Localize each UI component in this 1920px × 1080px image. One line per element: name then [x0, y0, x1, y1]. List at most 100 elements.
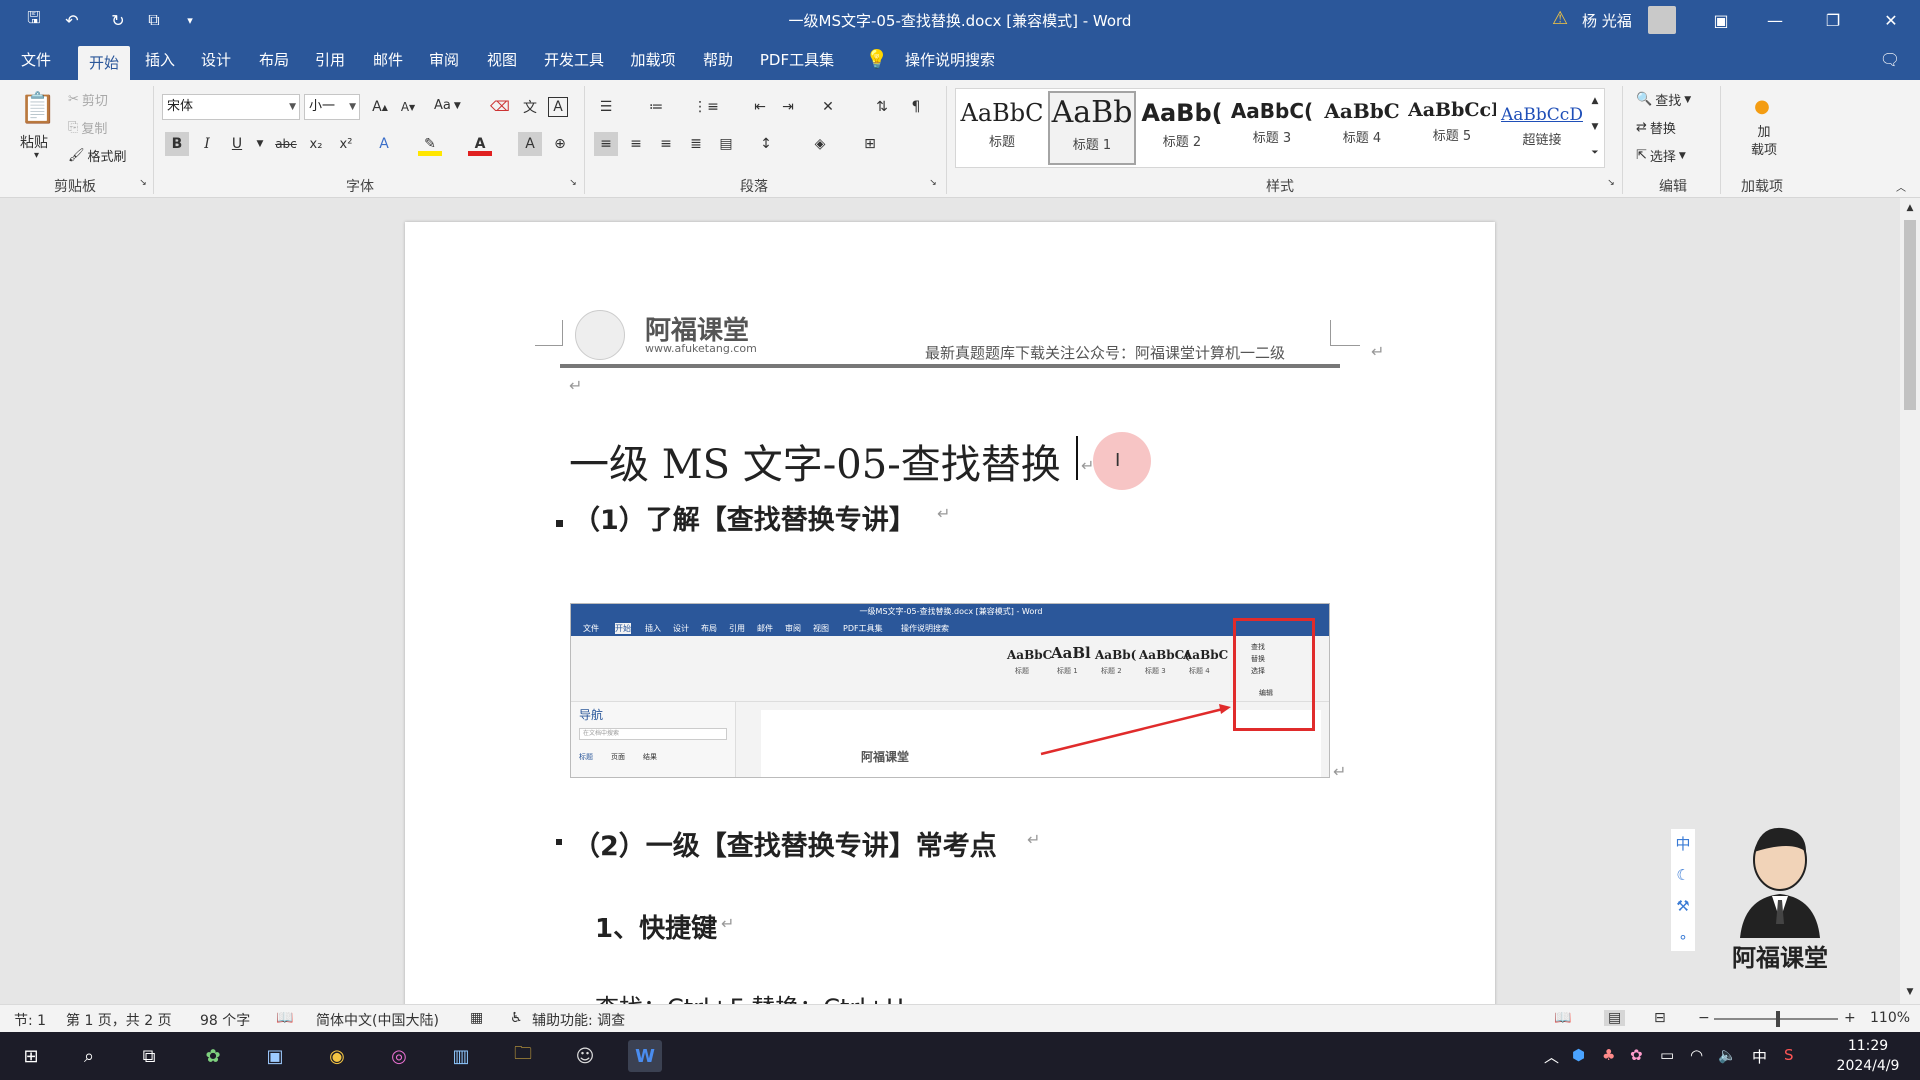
app-color-wheel-icon[interactable]: ◎: [382, 1040, 416, 1072]
find-button[interactable]: 🔍 查找 ▼: [1636, 90, 1691, 109]
warning-icon[interactable]: ⚠: [1552, 8, 1568, 29]
task-view-icon[interactable]: ⧉: [132, 1040, 166, 1072]
italic-icon[interactable]: I: [195, 132, 219, 156]
tray-volume-icon[interactable]: 🔈: [1718, 1046, 1737, 1064]
line-spacing-icon[interactable]: ↕: [754, 132, 778, 156]
highlight-icon[interactable]: ✎: [418, 132, 442, 156]
windows-start-icon[interactable]: ⊞: [14, 1040, 48, 1072]
proofing-icon[interactable]: 📖: [276, 1010, 293, 1026]
section-heading-1[interactable]: （1）了解【查找替换专讲】: [573, 498, 916, 537]
section-heading-2[interactable]: （2）一级【查找替换专讲】常考点: [573, 824, 997, 863]
clipboard-launcher-icon[interactable]: ↘: [136, 176, 150, 190]
increase-indent-icon[interactable]: ⇥: [776, 95, 800, 119]
multilevel-list-icon[interactable]: ⋮≡: [693, 95, 719, 119]
accessibility-icon[interactable]: ♿: [510, 1010, 523, 1026]
zoom-slider-thumb[interactable]: [1776, 1011, 1780, 1027]
style-heading-3[interactable]: AaBbC(标题 3: [1228, 91, 1316, 165]
styles-scroll-up-icon[interactable]: ▲: [1586, 89, 1604, 113]
tab-references[interactable]: 引用: [306, 40, 354, 80]
document-workspace[interactable]: 阿福课堂 www.afuketang.com 最新真题题库下载关注公众号：阿福课…: [0, 198, 1900, 1004]
font-color-icon[interactable]: A: [468, 132, 492, 156]
file-explorer-icon[interactable]: 🗀: [506, 1040, 540, 1072]
web-layout-icon[interactable]: ⊟: [1654, 1010, 1666, 1026]
status-section[interactable]: 节: 1: [14, 1010, 46, 1030]
styles-launcher-icon[interactable]: ↘: [1604, 176, 1618, 190]
styles-more-icon[interactable]: ⏷: [1586, 141, 1604, 165]
copy-button[interactable]: ⎘ 复制: [68, 118, 107, 137]
replace-button[interactable]: ⇄ 替换: [1636, 118, 1676, 137]
app-monitor-icon[interactable]: ▣: [258, 1040, 292, 1072]
paste-dropdown-icon[interactable]: ▾: [34, 150, 39, 161]
select-button[interactable]: ⇱ 选择 ▼: [1636, 146, 1686, 165]
paragraph-launcher-icon[interactable]: ↘: [926, 176, 940, 190]
tab-pdf-tools[interactable]: PDF工具集: [752, 40, 842, 80]
styles-scroll-down-icon[interactable]: ▼: [1586, 115, 1604, 139]
document-page[interactable]: 阿福课堂 www.afuketang.com 最新真题题库下载关注公众号：阿福课…: [405, 222, 1495, 1004]
clear-formatting-icon[interactable]: ⌫: [488, 95, 512, 119]
superscript-icon[interactable]: x²: [334, 132, 358, 156]
tray-ime-indicator[interactable]: 中: [1752, 1046, 1767, 1067]
align-center-icon[interactable]: ≡: [624, 132, 648, 156]
photos-icon[interactable]: ▥: [444, 1040, 478, 1072]
tab-layout[interactable]: 布局: [250, 40, 298, 80]
zoom-slider[interactable]: [1714, 1011, 1838, 1027]
chrome-icon[interactable]: ◉: [320, 1040, 354, 1072]
lightbulb-icon[interactable]: 💡: [862, 40, 892, 80]
bullets-icon[interactable]: ☰: [594, 95, 618, 119]
tray-security-icon[interactable]: ⬢: [1572, 1046, 1585, 1064]
ime-tools-icon[interactable]: ⚒: [1671, 891, 1695, 922]
scroll-up-icon[interactable]: ▲: [1902, 200, 1918, 216]
tray-battery-icon[interactable]: ▭: [1660, 1046, 1674, 1064]
align-left-icon[interactable]: ≡: [594, 132, 618, 156]
word-icon[interactable]: W: [628, 1040, 662, 1072]
paste-button[interactable]: 粘贴: [20, 132, 48, 152]
shrink-font-icon[interactable]: A ▼: [396, 95, 420, 119]
read-mode-icon[interactable]: 📖: [1554, 1010, 1571, 1026]
character-shading-icon[interactable]: A: [518, 132, 542, 156]
style-heading-4[interactable]: AaBbC 标题 4: [1318, 91, 1406, 165]
style-heading-5[interactable]: AaBbCcI 标题 5: [1408, 91, 1496, 165]
paste-icon[interactable]: 📋: [18, 88, 58, 128]
scroll-thumb[interactable]: [1904, 220, 1916, 410]
justify-icon[interactable]: ≣: [684, 132, 708, 156]
grow-font-icon[interactable]: A ▲: [368, 95, 392, 119]
comments-icon[interactable]: 🗨: [1872, 40, 1908, 80]
tray-flower-icon[interactable]: ✿: [1630, 1046, 1643, 1064]
zoom-level[interactable]: 110%: [1870, 1010, 1910, 1026]
style-heading-2[interactable]: AaBb(标题 2: [1138, 91, 1226, 165]
addin-icon[interactable]: ●: [1750, 94, 1774, 118]
font-family-select[interactable]: 宋体 ▼: [162, 94, 300, 120]
tray-app-icon[interactable]: ♣: [1602, 1046, 1615, 1064]
ime-chinese-icon[interactable]: 中: [1671, 829, 1695, 860]
app-person-icon[interactable]: ☺: [568, 1040, 602, 1072]
phonetic-guide-icon[interactable]: 文: [518, 95, 542, 119]
document-title[interactable]: 一级 MS 文字-05-查找替换: [569, 432, 1061, 490]
collapse-ribbon-icon[interactable]: ︿: [1892, 178, 1910, 194]
ime-settings-icon[interactable]: ∘: [1671, 922, 1695, 953]
tab-help[interactable]: 帮助: [694, 40, 742, 80]
sort-icon[interactable]: ⇅: [870, 95, 894, 119]
shortcut-line[interactable]: 查找：Ctrl+F 替换：Ctrl+H: [595, 988, 904, 1004]
format-painter-button[interactable]: 🖌 格式刷: [68, 146, 127, 165]
style-heading-1[interactable]: AaBb 标题 1: [1048, 91, 1136, 165]
subheading-shortcuts[interactable]: 1、快捷键: [595, 908, 717, 945]
bold-icon[interactable]: B: [165, 132, 189, 156]
strikethrough-icon[interactable]: abc: [274, 132, 298, 156]
font-launcher-icon[interactable]: ↘: [566, 176, 580, 190]
numbering-icon[interactable]: ≔: [644, 95, 668, 119]
search-icon[interactable]: ⌕: [72, 1040, 106, 1072]
ribbon-display-icon[interactable]: ▣: [1698, 0, 1744, 40]
tab-addins[interactable]: 加载项: [622, 40, 684, 80]
borders-icon[interactable]: ⊞: [858, 132, 882, 156]
minimize-button[interactable]: —: [1752, 0, 1798, 40]
tray-wifi-icon[interactable]: ◠: [1690, 1046, 1703, 1064]
font-size-select[interactable]: 小一 ▼: [304, 94, 360, 120]
chinese-layout-icon[interactable]: ✕: [816, 95, 840, 119]
underline-icon[interactable]: U: [225, 132, 249, 156]
scroll-down-icon[interactable]: ▼: [1902, 984, 1918, 1000]
tell-me-search[interactable]: 操作说明搜索: [894, 40, 1006, 80]
enclose-characters-icon[interactable]: ⊕: [548, 132, 572, 156]
character-border-icon[interactable]: A: [548, 97, 568, 117]
status-page[interactable]: 第 1 页，共 2 页: [66, 1010, 172, 1030]
underline-dropdown-icon[interactable]: ▼: [248, 132, 272, 156]
